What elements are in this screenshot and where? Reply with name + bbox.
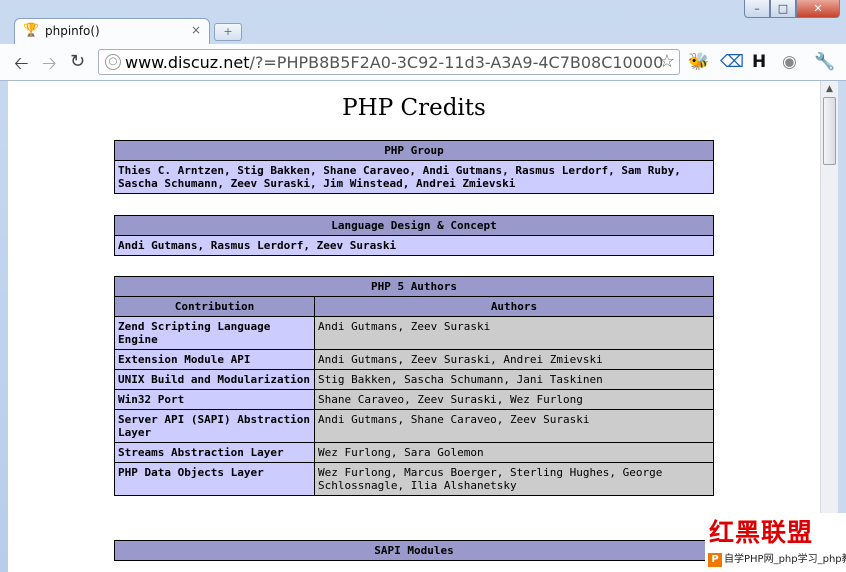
new-tab-button[interactable]: +: [214, 23, 242, 41]
php-group-members: Thies C. Arntzen, Stig Bakken, Shane Car…: [114, 160, 714, 194]
tab-close-icon[interactable]: ×: [191, 23, 201, 37]
h-extension-icon[interactable]: H: [752, 52, 766, 72]
language-design-table: Language Design & Concept Andi Gutmans, …: [114, 215, 714, 256]
url-domain: www.discuz.net: [125, 53, 250, 72]
watermark-brand: 红黑联盟: [709, 518, 814, 547]
trophy-favicon-icon: 🏆: [23, 23, 40, 38]
bug-extension-icon[interactable]: 🐝: [688, 52, 709, 72]
contribution-cell: Server API (SAPI) Abstraction Layer: [114, 409, 315, 443]
browser-toolbar: 🡠 🡢 ↻ ○ www.discuz.net/?=PHPB8B5F2A0-3C9…: [0, 44, 846, 81]
window-border: [838, 81, 846, 572]
php-logo-icon: P: [708, 553, 722, 567]
php-group-header: PHP Group: [114, 140, 714, 161]
site-watermark: 红黑联盟 P自学PHP网_php学习_php教程: [705, 513, 846, 572]
authors-cell: Shane Caraveo, Zeev Suraski, Wez Furlong: [314, 389, 714, 410]
sapi-modules-header: SAPI Modules: [114, 540, 714, 561]
table-row: Extension Module API Andi Gutmans, Zeev S…: [114, 349, 714, 370]
address-bar[interactable]: ○ www.discuz.net/?=PHPB8B5F2A0-3C92-11d3…: [98, 49, 680, 75]
contribution-cell: Win32 Port: [114, 389, 315, 410]
table-row: Win32 Port Shane Caraveo, Zeev Suraski, W…: [114, 389, 714, 410]
page-title: PHP Credits: [342, 95, 486, 121]
contribution-cell: Streams Abstraction Layer: [114, 442, 315, 463]
php5-authors-header: PHP 5 Authors: [114, 276, 714, 297]
reload-icon[interactable]: ↻: [70, 51, 85, 72]
tab-phpinfo[interactable]: 🏆 phpinfo() ×: [14, 18, 210, 44]
wrench-menu-icon[interactable]: 🔧: [814, 52, 835, 72]
scrollbar-thumb[interactable]: [823, 97, 836, 165]
contribution-cell: Zend Scripting Language Engine: [114, 316, 315, 350]
table-row: PHP Data Objects Layer Wez Furlong, Marcu…: [114, 462, 714, 496]
php5-authors-table: PHP 5 Authors Contribution Authors Zend …: [114, 276, 714, 496]
contribution-cell: UNIX Build and Modularization: [114, 369, 315, 390]
authors-cell: Stig Bakken, Sascha Schumann, Jani Taski…: [314, 369, 714, 390]
authors-column-header: Authors: [314, 296, 714, 317]
sapi-modules-table: SAPI Modules: [114, 540, 714, 561]
authors-cell: Andi Gutmans, Shane Caraveo, Zeev Surask…: [314, 409, 714, 443]
table-row: Server API (SAPI) Abstraction Layer Andi …: [114, 409, 714, 443]
table-row: Streams Abstraction Layer Wez Furlong, Sa…: [114, 442, 714, 463]
table-row: Zend Scripting Language Engine Andi Gutma…: [114, 316, 714, 350]
authors-cell: Andi Gutmans, Zeev Suraski, Andrei Zmiev…: [314, 349, 714, 370]
tab-strip: 🏆 phpinfo() × +: [0, 18, 846, 44]
language-design-header: Language Design & Concept: [114, 215, 714, 236]
contribution-cell: Extension Module API: [114, 349, 315, 370]
watermark-footer-text: 自学PHP网_php学习_php教程: [724, 554, 846, 565]
authors-cell: Wez Furlong, Sara Golemon: [314, 442, 714, 463]
globe-extension-icon[interactable]: ◉: [782, 52, 797, 72]
ie-tab-extension-icon[interactable]: ⌫: [720, 52, 744, 72]
scroll-up-arrow-icon[interactable]: ▲: [821, 81, 838, 97]
window-controls: – □ ✕: [744, 0, 840, 18]
minimize-button[interactable]: –: [744, 0, 770, 18]
page-content: PHP Credits PHP Group Thies C. Arntzen, …: [8, 81, 820, 572]
page-info-icon[interactable]: ○: [105, 54, 121, 70]
watermark-footer: P自学PHP网_php学习_php教程: [705, 550, 846, 568]
back-arrow-icon[interactable]: 🡠: [14, 51, 29, 81]
authors-cell: Andi Gutmans, Zeev Suraski: [314, 316, 714, 350]
table-row: UNIX Build and Modularization Stig Bakken…: [114, 369, 714, 390]
contribution-cell: PHP Data Objects Layer: [114, 462, 315, 496]
language-design-members: Andi Gutmans, Rasmus Lerdorf, Zeev Suras…: [114, 235, 714, 256]
url-text[interactable]: www.discuz.net/?=PHPB8B5F2A0-3C92-11d3-A…: [125, 53, 663, 72]
vertical-scrollbar[interactable]: ▲: [820, 81, 838, 572]
authors-cell: Wez Furlong, Marcus Boerger, Sterling Hu…: [314, 462, 714, 496]
url-path: /?=PHPB8B5F2A0-3C92-11d3-A3A9-4C7B08C100…: [249, 53, 664, 72]
php-group-table: PHP Group Thies C. Arntzen, Stig Bakken,…: [114, 140, 714, 194]
contribution-column-header: Contribution: [114, 296, 315, 317]
maximize-button[interactable]: □: [770, 0, 796, 18]
forward-arrow-icon[interactable]: 🡢: [42, 51, 57, 81]
close-window-button[interactable]: ✕: [796, 0, 840, 18]
tab-title: phpinfo(): [45, 24, 100, 38]
bookmark-star-icon[interactable]: ☆: [659, 51, 675, 72]
